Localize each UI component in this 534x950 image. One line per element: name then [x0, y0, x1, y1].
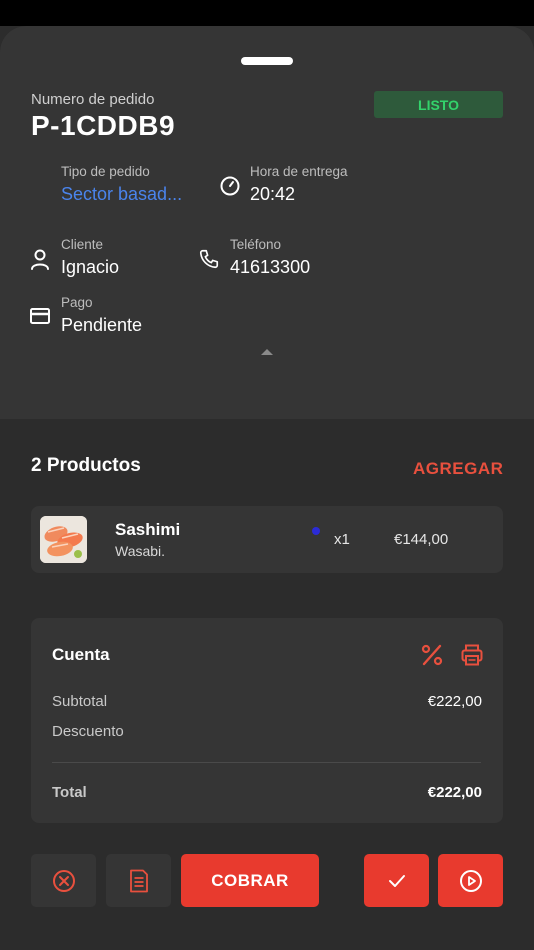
credit-card-icon: [30, 307, 50, 325]
printer-icon[interactable]: [460, 643, 484, 667]
account-card: Cuenta Subtotal €222,00 Descuento Total …: [31, 618, 503, 823]
receipt-icon: [128, 869, 150, 893]
cancel-button[interactable]: [31, 854, 96, 907]
product-quantity: x1: [334, 531, 350, 548]
charge-button-label: COBRAR: [211, 870, 289, 890]
charge-button[interactable]: COBRAR: [181, 854, 319, 907]
subtotal-label: Subtotal: [52, 693, 108, 710]
confirm-button[interactable]: [364, 854, 429, 907]
product-price: €144,00: [394, 531, 449, 548]
phone-icon[interactable]: [198, 248, 220, 270]
product-row[interactable]: Sashimi Wasabi. x1 €144,00: [31, 506, 503, 573]
order-number: P-1CDDB9: [31, 110, 176, 141]
status-bar: [0, 0, 534, 26]
order-sheet: Numero de pedido P-1CDDB9 LISTO Tipo de …: [0, 26, 534, 950]
status-badge: LISTO: [374, 91, 503, 118]
delivery-time-value: 20:42: [250, 184, 296, 204]
drag-handle[interactable]: [241, 57, 293, 65]
order-number-label: Numero de pedido: [31, 91, 155, 108]
phone-value[interactable]: 41613300: [230, 257, 310, 278]
account-title: Cuenta: [52, 645, 110, 664]
play-circle-icon: [459, 869, 483, 893]
order-type-label: Tipo de pedido: [61, 164, 150, 179]
cancel-circle-icon: [52, 869, 76, 893]
order-type-value[interactable]: Sector basad...: [61, 184, 182, 205]
product-image: [40, 516, 87, 563]
check-icon: [387, 873, 407, 889]
subtotal-value: €222,00: [427, 693, 482, 710]
total-value: €222,00: [427, 784, 482, 801]
order-details-panel: Numero de pedido P-1CDDB9 LISTO Tipo de …: [0, 26, 534, 419]
phone-label: Teléfono: [230, 237, 282, 252]
receipt-button[interactable]: [106, 854, 171, 907]
add-product-button[interactable]: AGREGAR: [413, 459, 503, 479]
clock-icon: [219, 175, 241, 197]
total-label: Total: [52, 784, 87, 801]
discount-label: Descuento: [52, 723, 124, 740]
client-label: Cliente: [61, 237, 104, 252]
payment-label: Pago: [61, 295, 93, 310]
account-divider: [52, 762, 481, 763]
payment-value: Pendiente: [61, 315, 143, 335]
product-note: Wasabi.: [115, 543, 166, 559]
product-name: Sashimi: [115, 520, 181, 539]
collapse-arrow-icon[interactable]: [261, 348, 273, 356]
user-icon: [29, 248, 51, 272]
percent-icon[interactable]: [420, 643, 444, 667]
products-title: 2 Productos: [31, 455, 141, 476]
client-value: Ignacio: [61, 257, 120, 277]
product-color-dot: [312, 527, 320, 535]
delivery-time-label: Hora de entrega: [250, 164, 348, 179]
start-button[interactable]: [438, 854, 503, 907]
